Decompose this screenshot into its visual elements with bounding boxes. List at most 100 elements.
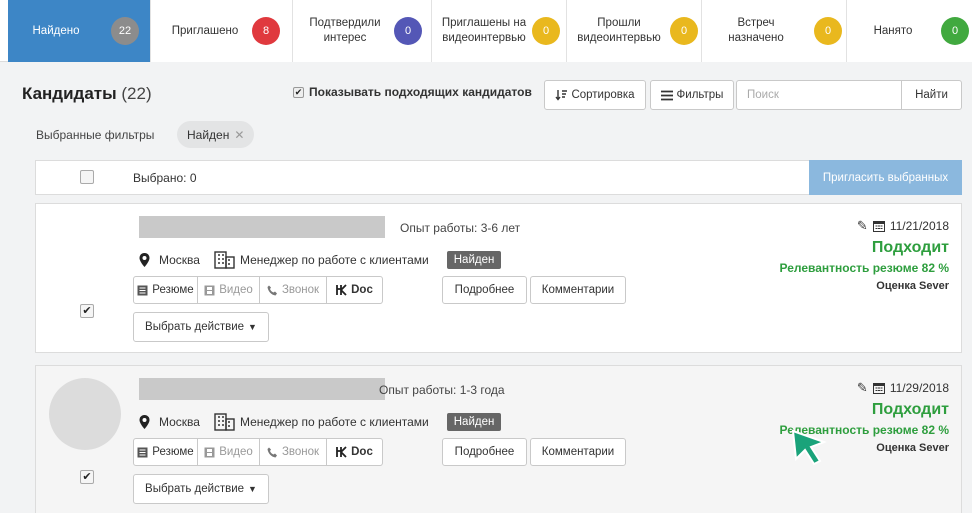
tab-hired[interactable]: Нанято 0 — [847, 0, 972, 62]
relevance-text: Релевантность резюме 82 % — [779, 261, 949, 275]
caret-down-icon: ▼ — [248, 322, 257, 332]
tab-label: Прошли видеоинтервью — [577, 17, 661, 44]
position-text: Менеджер по работе с клиентами — [239, 252, 429, 267]
tab-invited[interactable]: Приглашено 8 — [151, 0, 293, 62]
search-input[interactable]: Поиск — [736, 80, 902, 110]
phone-icon — [267, 285, 277, 295]
fit-status: Подходит — [871, 239, 949, 256]
pencil-icon[interactable]: ✎ — [857, 218, 868, 234]
tab-label: Приглашено — [171, 24, 239, 37]
details-button[interactable]: Подробнее — [442, 438, 527, 466]
comments-label: Комментарии — [541, 446, 615, 458]
tab-label: Встреч назначено — [728, 17, 784, 44]
calendar-icon — [872, 221, 885, 232]
tab-label: Найдено — [32, 24, 80, 37]
pipeline-tabs: Найдено 22 Приглашено 8 Подтвердили инте… — [0, 0, 972, 62]
selected-count: Выбрано: 0 — [133, 171, 197, 185]
count-badge: 0 — [814, 17, 842, 45]
select-all-checkbox[interactable] — [80, 170, 94, 184]
count-badge: 0 — [670, 17, 698, 45]
candidate-checkbox[interactable]: ✔ — [80, 304, 94, 318]
choose-action-dropdown[interactable]: Выбрать действие ▼ — [133, 474, 269, 504]
doc-button[interactable]: Doc — [326, 276, 383, 304]
details-button[interactable]: Подробнее — [442, 276, 527, 304]
filter-lines-icon — [660, 90, 673, 100]
filters-button[interactable]: Фильтры — [650, 80, 734, 110]
city-text: Москва — [159, 252, 200, 267]
resume-icon — [137, 447, 148, 457]
video-button[interactable]: Видео — [197, 276, 260, 304]
doc-fork-icon — [336, 446, 347, 458]
search-button-label: Найти — [915, 89, 948, 101]
tab-label: Приглашены на видеоинтервью — [441, 17, 527, 44]
fit-status: Подходит — [871, 401, 949, 418]
call-label: Звонок — [281, 446, 320, 458]
comments-button[interactable]: Комментарии — [530, 438, 626, 466]
candidate-actions: Резюме Видео Звонок Doc — [133, 438, 383, 466]
candidate-card: Опыт работы: 3-6 лет Москва Менеджер по … — [35, 203, 962, 353]
tab-meetings[interactable]: Встреч назначено 0 — [702, 0, 847, 62]
position-text: Менеджер по работе с клиентами — [239, 414, 429, 429]
caret-down-icon: ▼ — [248, 484, 257, 494]
date-text: 11/21/2018 — [889, 219, 949, 233]
tab-found[interactable]: Найдено 22 — [8, 0, 151, 62]
choose-action-label: Выбрать действие — [145, 483, 245, 495]
status-badge: Найден — [446, 412, 502, 431]
mouse-cursor-icon — [791, 429, 827, 466]
tab-confirmed-interest[interactable]: Подтвердили интерес 0 — [293, 0, 432, 62]
close-icon[interactable]: ✕ — [234, 128, 244, 142]
doc-fork-icon — [336, 284, 347, 296]
calendar-icon — [872, 383, 885, 394]
filters-label: Фильтры — [676, 89, 724, 101]
count-badge: 22 — [111, 17, 139, 45]
choose-action-dropdown[interactable]: Выбрать действие ▼ — [133, 312, 269, 342]
doc-button[interactable]: Doc — [326, 438, 383, 466]
filter-chip-label: Найден — [187, 127, 230, 142]
show-matching-toggle[interactable]: ✔ Показывать подходящих кандидатов — [293, 85, 532, 99]
building-icon — [214, 251, 235, 269]
film-icon — [204, 447, 215, 457]
resume-label: Резюме — [152, 446, 194, 458]
search-placeholder: Поиск — [747, 89, 779, 101]
resume-icon — [137, 285, 148, 295]
checkbox-checked-icon[interactable]: ✔ — [293, 86, 304, 98]
count-badge: 0 — [394, 17, 422, 45]
call-button[interactable]: Звонок — [259, 276, 327, 304]
date-row: ✎ 11/21/2018 — [779, 218, 949, 234]
sort-button[interactable]: Сортировка — [544, 80, 646, 110]
video-label: Видео — [219, 284, 253, 296]
call-button[interactable]: Звонок — [259, 438, 327, 466]
filter-chip[interactable]: Найден ✕ — [177, 121, 255, 148]
tab-passed-video[interactable]: Прошли видеоинтервью 0 — [567, 0, 702, 62]
doc-label: Doc — [351, 284, 373, 296]
sort-icon — [555, 90, 568, 101]
resume-button[interactable]: Резюме — [133, 276, 198, 304]
count-badge: 8 — [252, 17, 280, 45]
candidate-actions: Резюме Видео Звонок Doc — [133, 276, 383, 304]
search-button[interactable]: Найти — [901, 80, 962, 110]
tab-label: Нанято — [873, 24, 913, 37]
candidate-meta: Москва Менеджер по работе с клиентами На… — [139, 250, 502, 269]
status-badge: Найден — [446, 250, 502, 269]
candidate-checkbox[interactable]: ✔ — [80, 470, 94, 484]
sort-label: Сортировка — [571, 89, 635, 101]
video-label: Видео — [219, 446, 253, 458]
phone-icon — [267, 447, 277, 457]
comments-label: Комментарии — [541, 284, 615, 296]
details-label: Подробнее — [454, 284, 515, 296]
pencil-icon[interactable]: ✎ — [857, 380, 868, 396]
count-badge: 0 — [532, 17, 560, 45]
page-title-text: Кандидаты — [22, 84, 117, 103]
count-badge: 0 — [941, 17, 969, 45]
resume-label: Резюме — [152, 284, 194, 296]
date-row: ✎ 11/29/2018 — [779, 380, 949, 396]
video-button[interactable]: Видео — [197, 438, 260, 466]
resume-button[interactable]: Резюме — [133, 438, 198, 466]
comments-button[interactable]: Комментарии — [530, 276, 626, 304]
invite-selected-button[interactable]: Пригласить выбранных — [809, 160, 962, 195]
score-text: Оценка Sever — [876, 280, 949, 292]
call-label: Звонок — [281, 284, 320, 296]
tab-invited-video[interactable]: Приглашены на видеоинтервью 0 — [432, 0, 567, 62]
selected-filters-label: Выбранные фильтры — [36, 128, 155, 142]
candidate-count: (22) — [121, 84, 152, 103]
